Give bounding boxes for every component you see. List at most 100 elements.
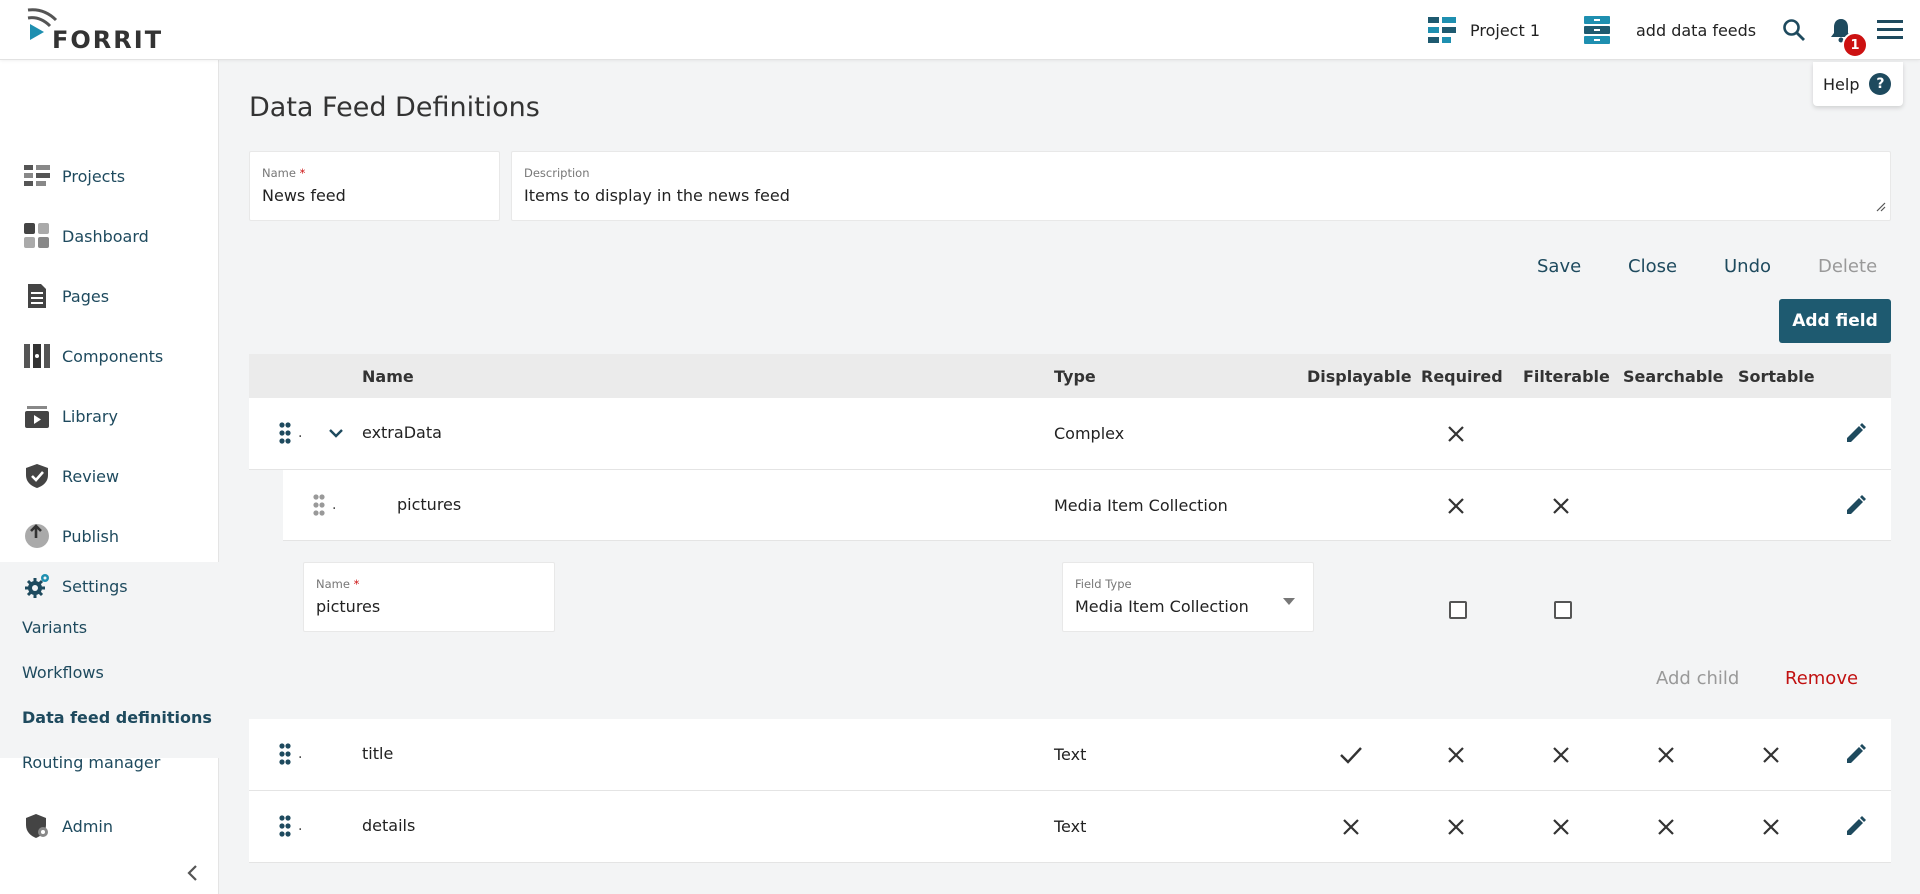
projects-icon [24, 165, 50, 187]
sidebar-item-label: Settings [62, 576, 128, 596]
undo-button[interactable]: Undo [1724, 256, 1771, 277]
publish-icon [24, 523, 50, 549]
project-selector[interactable]: Project 1 [1428, 0, 1540, 60]
edit-pencil-icon[interactable] [1844, 814, 1868, 842]
child-name-label: Name * [316, 577, 360, 591]
column-header-filterable: Filterable [1523, 367, 1610, 386]
row-type: Text [1054, 745, 1087, 764]
field-type-select[interactable]: Field Type Media Item Collection [1062, 562, 1314, 632]
sidebar-item-label: Library [62, 406, 118, 426]
row-dot: . [298, 425, 303, 441]
search-icon[interactable] [1782, 18, 1806, 46]
searchable-x-icon [1657, 746, 1675, 768]
field-type-value[interactable]: Media Item Collection [1075, 597, 1249, 616]
edit-pencil-icon[interactable] [1844, 493, 1868, 521]
column-header-searchable: Searchable [1623, 367, 1724, 386]
forrit-logo[interactable]: FORRIT [26, 8, 166, 54]
displayable-x-icon [1342, 818, 1360, 840]
delete-button[interactable]: Delete [1818, 256, 1877, 277]
row-type: Text [1054, 817, 1087, 836]
sidebar-subitem-data-feed-definitions[interactable]: Data feed definitions [22, 708, 212, 727]
sidebar-item-dashboard[interactable]: Dashboard [0, 212, 219, 260]
sidebar-item-projects[interactable]: Projects [0, 152, 219, 200]
table-row[interactable]: . extraData Complex [249, 398, 1891, 470]
help-label: Help [1823, 74, 1860, 94]
task-label: add data feeds [1636, 20, 1757, 40]
sidebar-item-pages[interactable]: Pages [0, 272, 219, 320]
table-header: Name Type Displayable Required Filterabl… [249, 354, 1891, 398]
sidebar-item-label: Dashboard [62, 226, 149, 246]
drag-handle-icon[interactable] [279, 422, 291, 448]
feed-name-label: Name * [262, 166, 306, 180]
admin-shield-icon [24, 813, 50, 839]
feed-description-value[interactable]: Items to display in the news feed [524, 186, 790, 205]
feed-name-value[interactable]: News feed [262, 186, 346, 205]
sidebar-item-review[interactable]: Review [0, 452, 219, 500]
hamburger-menu-icon[interactable] [1877, 19, 1903, 45]
column-header-type: Type [1054, 367, 1096, 386]
top-bar: FORRIT Project 1 add data feeds 1 [0, 0, 1920, 60]
drag-handle-icon[interactable] [279, 815, 291, 841]
help-button[interactable]: Help ? [1813, 62, 1903, 106]
feed-description-field[interactable]: Description Items to display in the news… [511, 151, 1891, 221]
drag-handle-icon[interactable] [279, 743, 291, 769]
row-name: details [362, 816, 416, 835]
project-grid-icon [1428, 17, 1456, 43]
required-x-icon [1447, 818, 1465, 840]
filterable-x-icon [1552, 746, 1570, 768]
resize-handle-icon[interactable] [1876, 197, 1886, 216]
close-button[interactable]: Close [1628, 256, 1677, 277]
notification-badge[interactable]: 1 [1842, 32, 1868, 58]
save-button[interactable]: Save [1537, 256, 1581, 277]
sidebar: Projects Dashboard Pages Components Libr… [0, 60, 219, 894]
collapse-sidebar-chevron-icon[interactable] [184, 864, 202, 886]
sidebar-subitem-workflows[interactable]: Workflows [22, 663, 104, 682]
add-child-button[interactable]: Add child [1656, 668, 1739, 689]
sidebar-item-publish[interactable]: Publish [0, 512, 219, 560]
sortable-x-icon [1762, 818, 1780, 840]
column-header-required: Required [1421, 367, 1503, 386]
row-dot: . [298, 818, 303, 834]
displayable-check-icon [1339, 745, 1363, 769]
row-dot: . [298, 746, 303, 762]
feed-name-field[interactable]: Name * News feed [249, 151, 500, 221]
sidebar-item-components[interactable]: Components [0, 332, 219, 380]
chevron-down-icon[interactable] [328, 425, 344, 444]
child-name-value[interactable]: pictures [316, 597, 380, 616]
edit-pencil-icon[interactable] [1844, 742, 1868, 770]
table-row[interactable]: . details Text [249, 791, 1891, 863]
sidebar-item-label: Projects [62, 166, 126, 186]
child-name-field[interactable]: Name * pictures [303, 562, 555, 632]
column-header-name: Name [362, 367, 414, 386]
feed-description-label: Description [524, 166, 590, 180]
edit-pencil-icon[interactable] [1844, 421, 1868, 449]
filterable-x-icon [1552, 818, 1570, 840]
row-type: Complex [1054, 424, 1125, 443]
dropdown-arrow-icon[interactable] [1283, 591, 1295, 610]
task-selector[interactable]: add data feeds [1584, 0, 1756, 60]
settings-section: Settings Variants Workflows Data feed de… [0, 562, 219, 772]
pages-icon [24, 283, 50, 309]
searchable-x-icon [1657, 818, 1675, 840]
required-x-icon [1447, 497, 1465, 519]
page-title: Data Feed Definitions [249, 92, 540, 123]
remove-button[interactable]: Remove [1785, 668, 1858, 689]
filterable-x-icon [1552, 497, 1570, 519]
required-checkbox[interactable] [1449, 601, 1467, 619]
column-header-sortable: Sortable [1738, 367, 1815, 386]
sidebar-item-label: Pages [62, 286, 110, 306]
sidebar-subitem-routing-manager[interactable]: Routing manager [22, 753, 160, 772]
sidebar-item-admin[interactable]: Admin [0, 802, 219, 850]
filterable-checkbox[interactable] [1554, 601, 1572, 619]
table-row[interactable]: . title Text [249, 719, 1891, 791]
required-x-icon [1447, 746, 1465, 768]
sidebar-subitem-variants[interactable]: Variants [22, 618, 87, 637]
add-field-button[interactable]: Add field [1779, 299, 1891, 343]
drag-handle-icon[interactable] [313, 494, 325, 520]
sidebar-item-library[interactable]: Library [0, 392, 219, 440]
table-row[interactable]: . pictures Media Item Collection [283, 470, 1891, 541]
library-icon [24, 403, 50, 429]
review-shield-icon [24, 463, 50, 489]
sidebar-item-settings[interactable]: Settings [0, 562, 219, 610]
logo-text: FORRIT [52, 26, 164, 54]
